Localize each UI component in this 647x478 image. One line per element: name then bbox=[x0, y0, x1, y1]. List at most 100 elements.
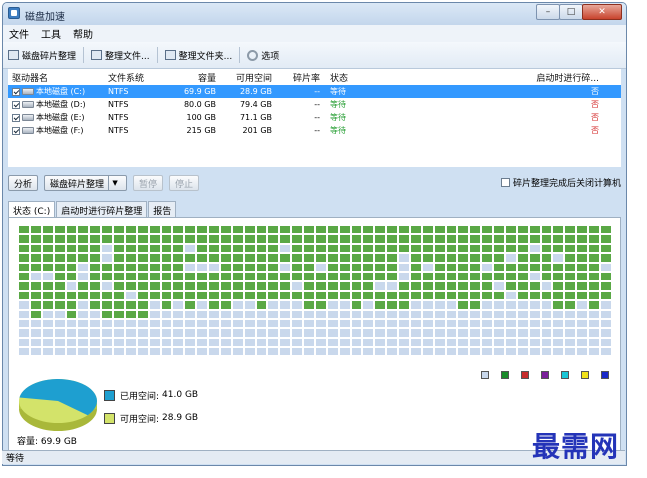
col-boot-defrag[interactable]: 启动时进行碎... bbox=[390, 71, 621, 84]
tab-report[interactable]: 报告 bbox=[148, 201, 177, 218]
disk-block bbox=[469, 328, 482, 338]
disk-block bbox=[481, 328, 493, 338]
options-button[interactable]: 选项 bbox=[242, 44, 284, 66]
disk-block bbox=[89, 243, 102, 254]
drive-row-f[interactable]: 本地磁盘 (F:) NTFS 215 GB 201 GB -- 等待 否 bbox=[8, 124, 621, 137]
disk-block bbox=[338, 243, 351, 254]
disk-block bbox=[374, 271, 387, 282]
disk-block bbox=[219, 262, 232, 272]
drive-checkbox[interactable] bbox=[12, 126, 20, 135]
disk-block bbox=[576, 290, 588, 301]
tab-strip: 状态 (C:) 启动时进行碎片整理 报告 bbox=[8, 201, 177, 219]
disk-block bbox=[231, 309, 244, 319]
chevron-down-icon[interactable]: ▼ bbox=[108, 176, 121, 190]
disk-block bbox=[77, 234, 90, 244]
drive-row-c[interactable]: 本地磁盘 (C:) NTFS 69.9 GB 28.9 GB -- 等待 否 bbox=[8, 85, 621, 98]
defrag-disk-tool-button[interactable]: 磁盘碎片整理 bbox=[3, 44, 81, 66]
disk-block bbox=[255, 271, 268, 282]
menu-file[interactable]: 文件 bbox=[3, 26, 35, 41]
disk-block bbox=[136, 290, 149, 301]
maximize-button[interactable]: □ bbox=[559, 4, 583, 20]
disk-block bbox=[314, 300, 327, 310]
disk-block bbox=[481, 271, 493, 282]
disk-block bbox=[101, 271, 113, 282]
minimize-button[interactable]: – bbox=[536, 4, 560, 20]
disk-block bbox=[267, 262, 280, 272]
disk-block bbox=[196, 290, 208, 301]
disk-block bbox=[493, 300, 505, 310]
drive-row-e[interactable]: 本地磁盘 (E:) NTFS 100 GB 71.1 GB -- 等待 否 bbox=[8, 111, 621, 124]
disk-block bbox=[540, 243, 553, 254]
defrag-files-button[interactable]: 整理文件... bbox=[86, 44, 155, 66]
menu-help[interactable]: 帮助 bbox=[67, 26, 99, 41]
defrag-folders-button[interactable]: 整理文件夹... bbox=[160, 44, 238, 66]
tab-boot-defrag[interactable]: 启动时进行碎片整理 bbox=[56, 201, 148, 218]
disk-block bbox=[18, 225, 30, 235]
disk-block bbox=[576, 309, 588, 319]
options-label: 选项 bbox=[261, 51, 280, 62]
disk-block bbox=[588, 234, 600, 244]
disk-block bbox=[528, 347, 541, 357]
analyze-button[interactable]: 分析 bbox=[8, 175, 39, 191]
disk-block bbox=[374, 253, 387, 263]
disk-block bbox=[113, 281, 125, 291]
disk-block bbox=[421, 225, 434, 235]
drive-boot-defrag[interactable]: 否 bbox=[390, 112, 621, 123]
disk-block bbox=[421, 243, 434, 254]
disk-block bbox=[89, 262, 102, 272]
stop-button[interactable]: 停止 bbox=[169, 175, 200, 191]
col-free-space[interactable]: 可用空间 bbox=[216, 71, 272, 84]
col-status[interactable]: 状态 bbox=[320, 71, 390, 84]
drive-boot-defrag[interactable]: 否 bbox=[390, 86, 621, 97]
disk-block bbox=[53, 225, 66, 235]
disk-block bbox=[338, 281, 351, 291]
shutdown-checkbox[interactable] bbox=[500, 178, 510, 187]
disk-block bbox=[386, 243, 398, 254]
drive-row-d[interactable]: 本地磁盘 (D:) NTFS 80.0 GB 79.4 GB -- 等待 否 bbox=[8, 98, 621, 111]
drive-checkbox[interactable] bbox=[12, 87, 20, 96]
shutdown-after-option[interactable]: 碎片整理完成后关闭计算机 bbox=[500, 176, 621, 189]
disk-block bbox=[124, 271, 137, 282]
disk-block bbox=[279, 328, 292, 338]
col-filesystem[interactable]: 文件系统 bbox=[108, 71, 164, 84]
disk-block bbox=[231, 243, 244, 254]
disk-block bbox=[279, 262, 292, 272]
disk-block bbox=[481, 253, 493, 263]
defrag-button[interactable]: 磁盘碎片整理 ▼ bbox=[44, 175, 128, 191]
disk-block bbox=[433, 234, 446, 244]
disk-block bbox=[516, 243, 529, 254]
title-bar[interactable]: 磁盘加速 – □ ✕ bbox=[3, 3, 626, 25]
disk-block bbox=[219, 281, 232, 291]
disk-block bbox=[528, 337, 541, 348]
drive-checkbox[interactable] bbox=[12, 113, 20, 122]
pause-button[interactable]: 暂停 bbox=[133, 175, 164, 191]
drive-free: 28.9 GB bbox=[239, 87, 272, 96]
disk-block bbox=[409, 234, 422, 244]
disk-block bbox=[243, 337, 256, 348]
disk-block bbox=[184, 328, 197, 338]
disk-block bbox=[267, 234, 280, 244]
disk-block bbox=[41, 243, 54, 254]
menu-tools[interactable]: 工具 bbox=[35, 26, 67, 41]
disk-block bbox=[588, 328, 600, 338]
disk-block bbox=[445, 300, 458, 310]
drive-boot-defrag[interactable]: 否 bbox=[390, 99, 621, 110]
disk-block bbox=[77, 243, 90, 254]
disk-block bbox=[53, 271, 66, 282]
disk-block bbox=[552, 281, 565, 291]
disk-block bbox=[208, 243, 220, 254]
col-fragmentation[interactable]: 碎片率 bbox=[272, 71, 320, 84]
disk-block bbox=[291, 243, 303, 254]
disk-block bbox=[457, 309, 470, 319]
disk-block bbox=[243, 347, 256, 357]
disk-block bbox=[338, 253, 351, 263]
disk-block bbox=[255, 347, 268, 357]
disk-block bbox=[113, 225, 125, 235]
drive-frag: -- bbox=[314, 100, 320, 109]
drive-checkbox[interactable] bbox=[12, 100, 20, 109]
close-button[interactable]: ✕ bbox=[582, 4, 622, 20]
col-capacity[interactable]: 容量 bbox=[164, 71, 216, 84]
col-drive-name[interactable]: 驱动器名 bbox=[8, 71, 108, 84]
disk-block bbox=[208, 262, 220, 272]
drive-boot-defrag[interactable]: 否 bbox=[390, 125, 621, 136]
